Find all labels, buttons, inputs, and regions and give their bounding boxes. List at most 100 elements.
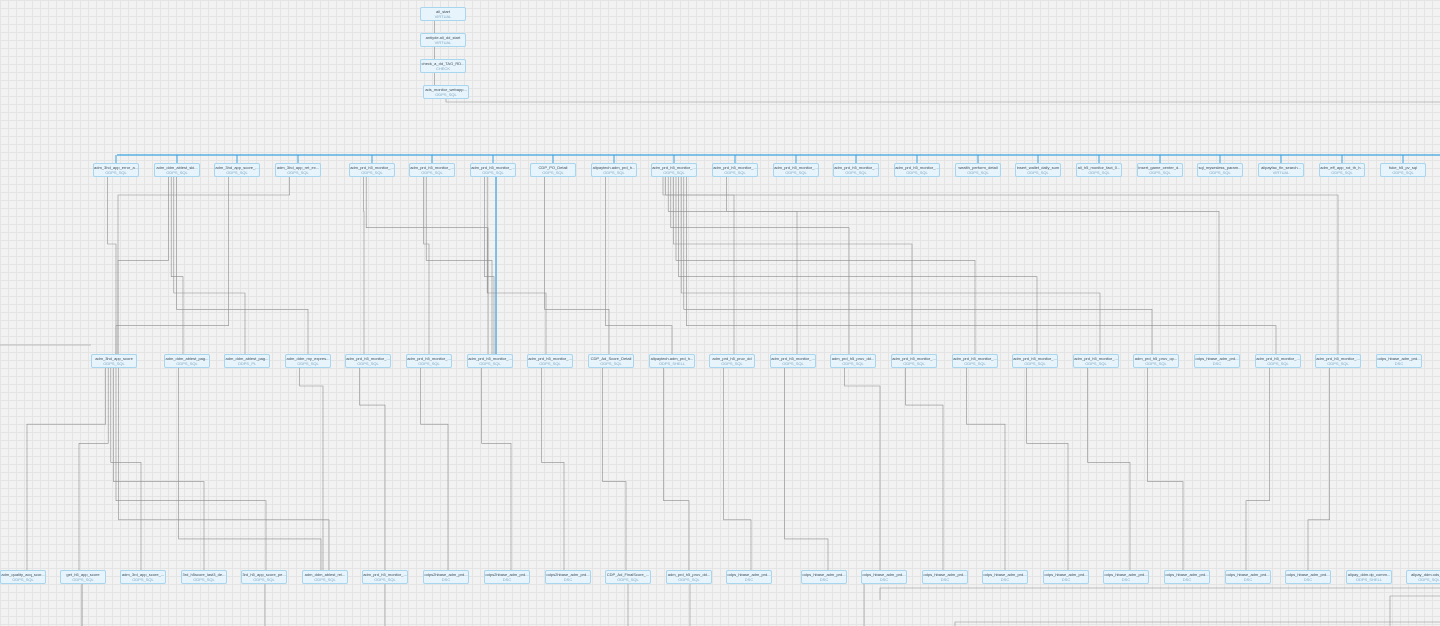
dag-node[interactable]: adm_prd_h5_monitor_... ODPS_SQL <box>527 354 573 368</box>
dag-node[interactable]: adm_prd_h5_monitor_... ODPS_SQL <box>770 354 816 368</box>
dag-node[interactable]: adm_ddm_my_expres... ODPS_SQL <box>285 354 331 368</box>
dag-node[interactable]: odps2hbase_adm_prd... DSC <box>423 570 469 584</box>
dag-node[interactable]: CDP_Ad_FinalScore_... ODPS_SQL <box>605 570 651 584</box>
node-type: ODPS_SQL <box>1418 577 1440 582</box>
dag-node[interactable]: ali_h5_monitor_fact_0... ODPS_SQL <box>1076 163 1122 177</box>
edge-line <box>176 177 309 354</box>
node-type: ODPS_SQL <box>103 361 125 366</box>
edge-line <box>78 368 109 570</box>
dag-node[interactable]: 3rd_h5score_last3_de... ODPS_SQL <box>181 570 227 584</box>
edge-line <box>844 368 881 570</box>
edge-line <box>966 368 1006 570</box>
dag-node[interactable]: adm_prd_h5_monitor_... ODPS_SQL <box>345 354 391 368</box>
node-type: ODPS_PL <box>237 361 257 366</box>
dag-node[interactable]: insert_wallet_daily_sum ODPS_SQL <box>1015 163 1061 177</box>
edge-line <box>26 368 106 570</box>
edge-line <box>110 368 142 570</box>
dag-node[interactable]: adm_prd_h5_monitor_... ODPS_SQL <box>1012 354 1058 368</box>
dag-node[interactable]: adm_prd_h5_monitor_... ODPS_SQL <box>833 163 879 177</box>
dag-node[interactable]: odps_hbase_adm_prd... DSC <box>922 570 968 584</box>
dag-node[interactable]: 3rd_h5_app_score_pe... ODPS_SQL <box>241 570 287 584</box>
dag-node[interactable]: odps2hbase_adm_prd... DSC <box>484 570 530 584</box>
node-type: VIRTUAL <box>434 14 452 19</box>
dag-node[interactable]: adm_ddm_ablest_ski... ODPS_SQL <box>154 163 200 177</box>
dag-node[interactable]: adm_prd_h5_monitor_... ODPS_SQL <box>467 354 513 368</box>
dag-node[interactable]: adm_prd_h5_monitor_... ODPS_SQL <box>651 163 697 177</box>
dag-node[interactable]: adm_prd_h5_monitor_... ODPS_SQL <box>1073 354 1119 368</box>
dag-node[interactable]: adm_prd_h5_monitor_... ODPS_SQL <box>362 570 408 584</box>
dag-node[interactable]: odps_hbase_adm_prd... DSC <box>1285 570 1331 584</box>
dag-node[interactable]: adm_prd_h5_monitor_... ODPS_SQL <box>891 354 937 368</box>
dag-node[interactable]: alipaytech.adm_prd_h... ODPS_SQL <box>591 163 637 177</box>
edge-line <box>1245 368 1270 570</box>
dag-node[interactable]: adm_3hd_app_ret_ex... ODPS_SQL <box>275 163 321 177</box>
dag-node[interactable]: adm_3rd_app_score_... ODPS_SQL <box>120 570 166 584</box>
dag-node[interactable]: odps_hbase_adm_prd... DSC <box>1043 570 1089 584</box>
dag-node[interactable]: alipayfac_fin_search... VIRTUAL <box>1258 163 1304 177</box>
dag-node[interactable]: adm_prd_h5_monitor_... ODPS_SQL <box>952 354 998 368</box>
dag-node[interactable]: insert_game_center_d... ODPS_SQL <box>1137 163 1183 177</box>
node-type: CHECK <box>435 66 450 71</box>
dag-node[interactable]: adm_ddm_ablest_rei... ODPS_SQL <box>302 570 348 584</box>
dag-node[interactable]: adm_prd_h5_pruv_dd... ODPS_SQL <box>666 570 712 584</box>
node-type: ODPS_SQL <box>1088 170 1110 175</box>
dag-node[interactable]: adm_prd_h5_monitor_... ODPS_SQL <box>406 354 452 368</box>
node-type: ODPS_SQL <box>1085 361 1107 366</box>
dag-node[interactable]: odps2hbase_adm_prd... DSC <box>545 570 591 584</box>
edge-line <box>1389 595 1440 626</box>
edge-line <box>117 177 169 354</box>
dag-node[interactable]: odps_hbase_adm_prd... DSC <box>1225 570 1271 584</box>
node-type: ODPS_SQL <box>435 92 457 97</box>
dag-node[interactable]: adm_prd_h5_pruv_dd ODPS_SQL <box>709 354 755 368</box>
dag-node[interactable]: CDP_Ad_Score_Detail ODPS_SQL <box>588 354 634 368</box>
dag-node[interactable]: odps_hbase_adm_prd... DSC <box>1164 570 1210 584</box>
edge-line <box>1307 368 1330 570</box>
dag-node[interactable]: odps_hbase_adm_prd... DSC <box>861 570 907 584</box>
dag-node[interactable]: alipay_ddm.dp_comm... ODPS_SHELL <box>1346 570 1392 584</box>
dag-node[interactable]: adm_prd_h5_monitor_... ODPS_SQL <box>470 163 516 177</box>
dag-node[interactable]: adm_prd_h5_pruv_dd... ODPS_SQL <box>830 354 876 368</box>
dag-node[interactable]: alipay_ddm.ods_h...ODPS_SQL <box>1406 570 1440 584</box>
dag-node[interactable]: adm_eff_app_rot_th_h... ODPS_SQL <box>1319 163 1365 177</box>
dag-node[interactable]: odps_hbase_adm_prd... DSC <box>1194 354 1240 368</box>
dag-node[interactable]: sql_mysesless_param... ODPS_SQL <box>1197 163 1243 177</box>
dag-node[interactable]: adm_3hd_app_score_... ODPS_SQL <box>214 163 260 177</box>
dag-node[interactable]: CDP_PO_Detail ODPS_SQL <box>530 163 576 177</box>
dag-canvas[interactable]: all_start VIRTUAL antiyde.ali_dd_start VIRT… <box>0 0 1440 626</box>
edge-line <box>667 177 798 354</box>
dag-node[interactable]: adm_prd_h5_monitor_... ODPS_SQL <box>409 163 455 177</box>
dag-node[interactable]: odps_hbase_adm_prd... DSC <box>726 570 772 584</box>
dag-node[interactable]: all_start VIRTUAL <box>420 7 466 21</box>
dag-node[interactable]: alipaytech.adm_prd_h... ODPS_SHELL <box>649 354 695 368</box>
edge-line <box>686 177 1277 354</box>
dag-node[interactable]: check_a_dd_TAG_RD... CHECK <box>420 59 466 73</box>
dag-node[interactable]: wealth_perform_detail ODPS_SQL <box>955 163 1001 177</box>
dag-node[interactable]: adm_prd_h5_monitor_... ODPS_SQL <box>712 163 758 177</box>
edge-line <box>879 587 1440 600</box>
node-type: ODPS_SQL <box>1027 170 1049 175</box>
dag-node[interactable]: antiyde.ali_dd_start VIRTUAL <box>420 33 466 47</box>
dag-node[interactable]: fuke_h5_pv_sql ODPS_SQL <box>1380 163 1426 177</box>
dag-node[interactable]: adm_prd_h5_pruv_op... ODPS_SQL <box>1133 354 1179 368</box>
dag-node[interactable]: adm_prd_h5_monitor_... ODPS_SQL <box>773 163 819 177</box>
edge-line <box>680 177 1101 354</box>
dag-node[interactable]: get_h5_app_score ODPS_SQL <box>60 570 106 584</box>
dag-node[interactable]: adm_ddm_ablest_pag... ODPS_SQL <box>164 354 210 368</box>
dag-node[interactable]: odps_hbase_adm_prd... DSC <box>982 570 1028 584</box>
dag-node[interactable]: adm_prd_h5_monitor_... ODPS_SQL <box>1315 354 1361 368</box>
dag-node[interactable]: adm_3hd_app_score ODPS_SQL <box>91 354 137 368</box>
node-type: ODPS_SHELL <box>1355 577 1383 582</box>
dag-node[interactable]: adm_prd_h5_monitor_... ODPS_SQL <box>1255 354 1301 368</box>
dag-node[interactable]: odps_hbase_adm_prd... DSC <box>1103 570 1149 584</box>
dag-node[interactable]: adm_3hd_app_error_a... ODPS_SQL <box>93 163 139 177</box>
dag-node[interactable]: adm_prd_h5_monitor_... ODPS_SQL <box>894 163 940 177</box>
dag-node[interactable]: odps_hbase_adm_prd... DSC <box>1376 354 1422 368</box>
dag-node[interactable]: adm_quality_acq_scor... ODPS_SQL <box>0 570 46 584</box>
dag-node[interactable]: odps_hbase_adm_prd... DSC <box>801 570 847 584</box>
dag-node[interactable]: adm_ddm_ablest_pag... ODPS_PL <box>224 354 270 368</box>
dag-node[interactable]: ads_monitor_webapp... ODPS_SQL <box>423 85 469 99</box>
node-type: ODPS_SQL <box>906 170 928 175</box>
node-type: ODPS_SQL <box>603 170 625 175</box>
node-type: ODPS_SQL <box>721 361 743 366</box>
dag-node[interactable]: adm_prd_h5_monitor_... ODPS_SQL <box>349 163 395 177</box>
